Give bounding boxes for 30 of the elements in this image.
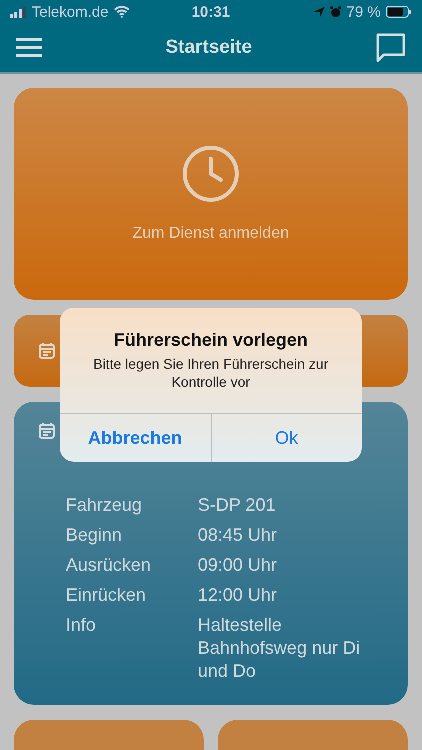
calendar-icon xyxy=(38,422,56,440)
dialog-title: Führerschein vorlegen xyxy=(112,329,310,352)
menu-icon[interactable] xyxy=(16,38,42,58)
clock-icon xyxy=(182,145,240,203)
location-arrow-icon xyxy=(314,6,325,18)
alarm-clock-icon xyxy=(330,6,342,18)
detail-label: Info xyxy=(66,614,98,637)
detail-value: 12:00 Uhr xyxy=(198,584,278,607)
chat-bubble-icon[interactable] xyxy=(376,33,406,63)
detail-value: Haltestelle Bahnhofsweg nur Di und Do xyxy=(198,614,362,683)
detail-label: Ausrücken xyxy=(66,554,152,577)
battery-icon xyxy=(386,6,412,18)
wifi-icon xyxy=(114,6,130,18)
carrier-name: Telekom.de xyxy=(32,4,109,20)
sign-in-label: Zum Dienst anmelden xyxy=(132,225,290,243)
calendar-icon xyxy=(38,342,56,360)
battery-percentage: 79 % xyxy=(346,4,381,20)
detail-value: 09:00 Uhr xyxy=(198,554,278,577)
clock-time: 10:31 xyxy=(192,4,230,20)
detail-label: Beginn xyxy=(66,524,124,547)
detail-label: Einrücken xyxy=(66,584,148,607)
dialog-button[interactable]: Ok xyxy=(210,414,362,462)
page-title: Startseite xyxy=(166,37,252,59)
dialog-message: Bitte legen Sie Ihren Führerschein zur Kontrolle vor xyxy=(92,355,330,392)
detail-value: 08:45 Uhr xyxy=(198,524,278,547)
detail-label: Fahrzeug xyxy=(66,494,144,517)
signal-icon xyxy=(10,6,27,18)
detail-value: S-DP 201 xyxy=(198,494,277,517)
sign-in-card[interactable]: Zum Dienst anmelden xyxy=(14,88,408,300)
dialog-button[interactable]: Abbrechen xyxy=(60,414,210,462)
